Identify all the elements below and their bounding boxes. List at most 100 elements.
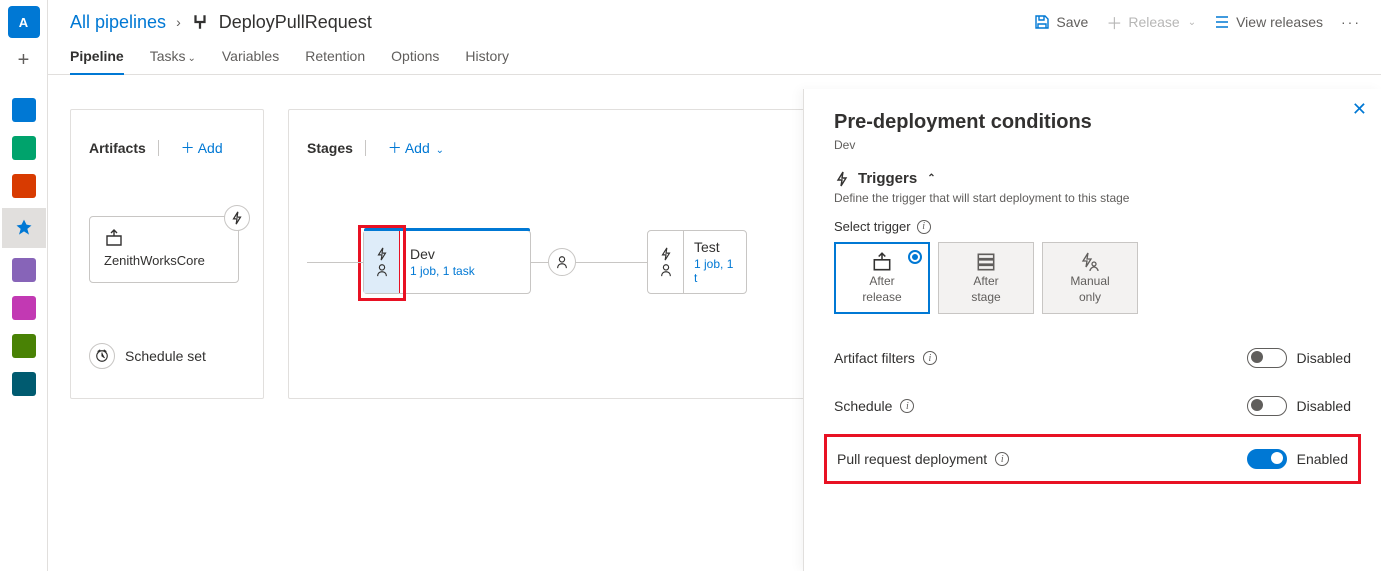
schedule-label: Schedule set [125,348,206,364]
chevron-down-icon: ⌄ [187,53,195,64]
build-icon [104,229,124,247]
bolt-icon [375,247,389,261]
view-releases-button[interactable]: View releases [1214,14,1323,30]
more-menu[interactable]: ··· [1341,14,1361,30]
breadcrumb: All pipelines › DeployPullRequest [70,12,372,33]
bolt-icon [834,171,850,187]
tab-tasks[interactable]: Tasks⌄ [150,48,196,74]
trigger-after-stage[interactable]: After stage [938,242,1034,314]
breadcrumb-all-pipelines[interactable]: All pipelines [70,12,166,33]
rocket-icon [14,218,34,238]
tab-options[interactable]: Options [391,48,439,74]
info-icon[interactable]: i [923,351,937,365]
stage-jobs-link[interactable]: 1 job, 1 t [694,257,736,285]
top-bar: All pipelines › DeployPullRequest Save ＋… [48,0,1381,38]
info-icon[interactable]: i [995,452,1009,466]
bolt-person-icon [1079,252,1101,272]
clock-icon [89,343,115,369]
chevron-down-icon: ⌄ [436,145,444,156]
chevron-down-icon: ⌄ [1188,17,1196,28]
sidebar-item-3[interactable] [8,170,40,202]
pre-deployment-conditions-button[interactable] [364,231,400,293]
artifacts-title: Artifacts [89,140,146,156]
schedule-row: Schedule i Disabled [834,382,1351,430]
triggers-header[interactable]: Triggers ⌃ [834,170,1351,187]
chevron-up-icon: ⌃ [927,173,935,184]
radio-selected-icon [908,250,922,264]
stage-test[interactable]: Test 1 job, 1 t [647,230,747,294]
plus-icon: ＋ [388,140,402,156]
panel-stage-name: Dev [834,138,1351,152]
person-icon [555,255,569,269]
trigger-manual-only[interactable]: Manual only [1042,242,1138,314]
pre-deployment-panel: ✕ Pre-deployment conditions Dev Triggers… [803,89,1381,571]
sidebar-item-5[interactable] [8,254,40,286]
stage-jobs-link[interactable]: 1 job, 1 task [410,264,520,278]
build-icon [871,252,893,272]
schedule-state: Disabled [1297,398,1351,414]
add-stage-button[interactable]: ＋ Add ⌄ [388,140,444,156]
pre-deployment-conditions-button[interactable] [648,231,684,293]
new-project-icon[interactable]: + [8,44,40,76]
add-artifact-label: Add [198,140,223,156]
list-icon [1214,14,1230,30]
trigger-after-release[interactable]: After release [834,242,930,314]
sidebar-item-2[interactable] [8,132,40,164]
sidebar-item-6[interactable] [8,292,40,324]
stages-title: Stages [307,140,353,156]
pr-deployment-label: Pull request deployment [837,451,987,467]
person-icon [659,263,673,277]
org-badge[interactable]: A [8,6,40,38]
pr-deployment-toggle[interactable] [1247,449,1287,469]
sidebar-item-8[interactable] [8,368,40,400]
info-icon[interactable]: i [917,220,931,234]
close-icon[interactable]: ✕ [1352,99,1367,120]
schedule-label: Schedule [834,398,892,414]
release-label: Release [1128,14,1179,30]
schedule-toggle[interactable] [1247,396,1287,416]
plus-icon: ＋ [1106,10,1122,34]
view-releases-label: View releases [1236,14,1323,30]
schedule-item[interactable]: Schedule set [89,343,245,369]
pipeline-icon [191,13,209,31]
server-icon [975,252,997,272]
triggers-desc: Define the trigger that will start deplo… [834,191,1351,205]
bolt-icon [659,247,673,261]
artifacts-card: Artifacts ＋ Add ZenithWorksCore [70,109,264,399]
tab-pipeline[interactable]: Pipeline [70,48,124,74]
breadcrumb-separator: › [176,14,181,30]
save-button[interactable]: Save [1034,14,1088,30]
tab-retention[interactable]: Retention [305,48,365,74]
stage-name: Dev [410,246,520,262]
artifact-name: ZenithWorksCore [104,253,226,268]
select-trigger-label: Select trigger [834,219,911,234]
stage-dev[interactable]: Dev 1 job, 1 task [363,230,531,294]
sidebar-item-1[interactable] [8,94,40,126]
add-artifact-button[interactable]: ＋ Add [181,140,223,156]
plus-icon: ＋ [181,140,195,156]
info-icon[interactable]: i [900,399,914,413]
panel-title: Pre-deployment conditions [834,111,1351,134]
save-icon [1034,14,1050,30]
tab-variables[interactable]: Variables [222,48,279,74]
artifact-item[interactable]: ZenithWorksCore [89,216,239,283]
tab-history[interactable]: History [465,48,509,74]
add-stage-label: Add [405,140,430,156]
breadcrumb-pipeline-name: DeployPullRequest [219,12,372,33]
release-button: ＋ Release ⌄ [1106,10,1196,34]
highlight-box: Pull request deployment i Enabled [824,434,1361,484]
artifact-filters-toggle[interactable] [1247,348,1287,368]
sidebar-item-7[interactable] [8,330,40,362]
person-icon [375,263,389,277]
pr-deployment-row: Pull request deployment i Enabled [837,445,1348,473]
pr-deployment-state: Enabled [1297,451,1348,467]
sidebar-item-pipelines[interactable] [2,208,46,248]
artifact-filters-label: Artifact filters [834,350,915,366]
artifact-filters-row: Artifact filters i Disabled [834,334,1351,382]
tab-tasks-label: Tasks [150,48,186,64]
post-deployment-conditions-button[interactable] [548,248,576,276]
tab-bar: Pipeline Tasks⌄ Variables Retention Opti… [48,38,1381,75]
artifact-filters-state: Disabled [1297,350,1351,366]
left-sidebar: A + [0,0,48,571]
artifact-trigger-icon[interactable] [224,205,250,231]
